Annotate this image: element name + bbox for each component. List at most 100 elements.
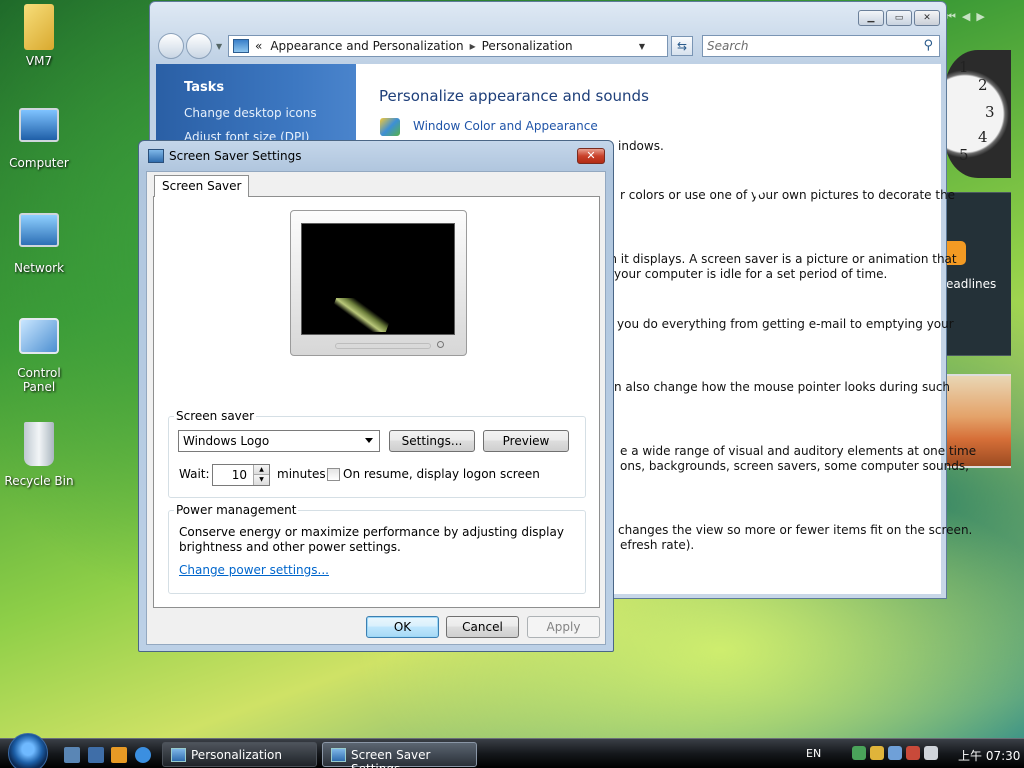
internet-explorer-icon[interactable] <box>135 747 151 763</box>
desktop-icon-label: VM7 <box>25 54 53 68</box>
taskbar: Personalization Screen Saver Settings EN… <box>0 733 1024 768</box>
dialog-body: Screen Saver Screen saver Windows Logo S… <box>146 171 606 645</box>
monitor-base <box>335 343 431 349</box>
search-icon[interactable]: ⚲ <box>923 38 933 53</box>
tab-screen-saver[interactable]: Screen Saver <box>154 175 250 197</box>
apply-button[interactable]: Apply <box>527 616 600 638</box>
taskbar-button-screen-saver-settings[interactable]: Screen Saver Settings <box>322 742 477 768</box>
desktop-icon-label: Control Panel <box>17 366 61 394</box>
dialog-close-button[interactable]: ✕ <box>577 148 605 164</box>
network-status-icon[interactable] <box>906 746 920 760</box>
sidebar-controls[interactable]: ⏮◀▶ <box>946 10 991 24</box>
desktop-icon-computer[interactable]: Computer <box>0 108 78 170</box>
description-text: e a wide range of visual and auditory el… <box>620 444 977 458</box>
recycle-bin-icon <box>24 422 54 466</box>
clock-number: 5 <box>959 146 969 164</box>
notification-area <box>852 746 952 762</box>
folder-icon <box>24 4 54 50</box>
address-bar[interactable]: « Appearance and Personalization ▸ Perso… <box>228 35 693 57</box>
window-color-and-appearance-link[interactable]: Window Color and Appearance <box>413 119 598 133</box>
desktop-icon-network[interactable]: Network <box>0 213 78 275</box>
preview-screen <box>301 223 455 335</box>
screen-saver-group-title: Screen saver <box>174 409 257 423</box>
description-text: efresh rate). <box>620 538 695 552</box>
navigation-bar: ▼ « Appearance and Personalization ▸ Per… <box>158 32 940 60</box>
clock-number: 2 <box>978 76 988 94</box>
security-shield-icon[interactable] <box>870 746 884 760</box>
screen-saver-settings-dialog: Screen Saver Settings ✕ Screen Saver Scr… <box>138 140 614 652</box>
media-player-icon[interactable] <box>111 747 127 763</box>
description-text: n also change how the mouse pointer look… <box>614 380 951 394</box>
chevron-down-icon <box>365 438 373 443</box>
users-icon[interactable] <box>852 746 866 760</box>
clock-number: 4 <box>978 128 988 146</box>
resume-logon-checkbox[interactable] <box>327 468 340 481</box>
minimize-button[interactable]: ▁ <box>858 10 884 26</box>
desktop-icon-label: Computer <box>9 156 69 170</box>
power-management-group-title: Power management <box>174 503 299 517</box>
forward-button[interactable] <box>186 33 212 59</box>
desktop-icon-label: Network <box>13 261 65 275</box>
settings-button[interactable]: Settings... <box>389 430 475 452</box>
description-text: r colors or use one of your own pictures… <box>620 188 956 202</box>
screen-saver-tab-panel: Screen saver Windows Logo Settings... Pr… <box>153 196 600 608</box>
refresh-icon[interactable]: ⇆ <box>671 36 693 56</box>
clock-gadget[interactable]: 1 2 3 4 5 <box>945 50 1011 178</box>
computer-icon <box>19 108 59 142</box>
control-panel-icon <box>171 748 186 762</box>
taskbar-button-personalization[interactable]: Personalization <box>162 742 317 767</box>
desktop-icon-vm7[interactable]: VM7 <box>0 4 78 68</box>
show-desktop-icon[interactable] <box>64 747 80 763</box>
feed-headlines-label: eadlines <box>946 277 997 291</box>
description-text: ons, backgrounds, screen savers, some co… <box>620 459 969 473</box>
wait-value: 10 <box>231 468 247 482</box>
change-power-settings-link[interactable]: Change power settings... <box>179 563 329 577</box>
desktop-icon-label: Recycle Bin <box>4 474 74 488</box>
description-text: indows. <box>618 139 664 153</box>
language-indicator[interactable]: EN <box>806 747 821 760</box>
window-color-icon <box>380 118 400 136</box>
recent-pages-dropdown-icon[interactable]: ▼ <box>216 42 222 51</box>
volume-muted-icon[interactable] <box>924 746 938 760</box>
desktop-icon-recycle-bin[interactable]: Recycle Bin <box>0 422 78 488</box>
tray-app-icon[interactable] <box>888 746 902 760</box>
switch-windows-icon[interactable] <box>88 747 104 763</box>
cancel-button[interactable]: Cancel <box>446 616 519 638</box>
dialog-title: Screen Saver Settings <box>169 149 302 163</box>
desktop-icon-control-panel[interactable]: Control Panel <box>0 318 78 394</box>
window-caption-buttons: ▁ ▭ ✕ <box>858 10 940 26</box>
address-dropdown-icon[interactable]: ▼ <box>639 42 645 51</box>
wait-minutes-stepper[interactable]: 10 ▲ ▼ <box>212 464 270 486</box>
taskbar-button-label: Personalization <box>191 748 282 762</box>
spin-down-icon[interactable]: ▼ <box>253 475 269 485</box>
description-text: you do everything from getting e-mail to… <box>617 317 954 331</box>
page-title: Personalize appearance and sounds <box>379 87 649 105</box>
breadcrumb-appearance-and-personalization[interactable]: Appearance and Personalization <box>270 39 463 53</box>
tasks-title: Tasks <box>184 80 225 95</box>
taskbar-clock[interactable]: 上午 07:30 <box>958 747 1020 764</box>
ok-button[interactable]: OK <box>366 616 439 638</box>
breadcrumb-prefix[interactable]: « <box>255 39 262 53</box>
resume-logon-label[interactable]: On resume, display logon screen <box>343 467 540 481</box>
spin-up-icon[interactable]: ▲ <box>253 465 269 475</box>
maximize-button[interactable]: ▭ <box>886 10 912 26</box>
start-button[interactable] <box>8 733 48 768</box>
clock-number: 1 <box>959 58 969 76</box>
back-button[interactable] <box>158 33 184 59</box>
description-text: your computer is idle for a set period o… <box>614 267 888 281</box>
close-button[interactable]: ✕ <box>914 10 940 26</box>
preview-monitor <box>290 210 467 356</box>
description-text: changes the view so more or fewer items … <box>618 523 973 537</box>
wait-label: Wait: <box>179 467 210 481</box>
task-change-desktop-icons[interactable]: Change desktop icons <box>184 106 317 120</box>
screen-saver-icon <box>148 149 164 163</box>
control-panel-icon <box>19 318 59 354</box>
power-description-line: brightness and other power settings. <box>179 540 401 554</box>
control-panel-icon <box>233 39 249 53</box>
breadcrumb-separator-icon[interactable]: ▸ <box>470 39 476 53</box>
breadcrumb-personalization[interactable]: Personalization <box>482 39 573 53</box>
feed-headlines-gadget[interactable]: eadlines <box>945 192 1011 356</box>
search-input[interactable]: Search ⚲ <box>702 35 940 57</box>
preview-button[interactable]: Preview <box>483 430 569 452</box>
screen-saver-select[interactable]: Windows Logo <box>178 430 380 452</box>
